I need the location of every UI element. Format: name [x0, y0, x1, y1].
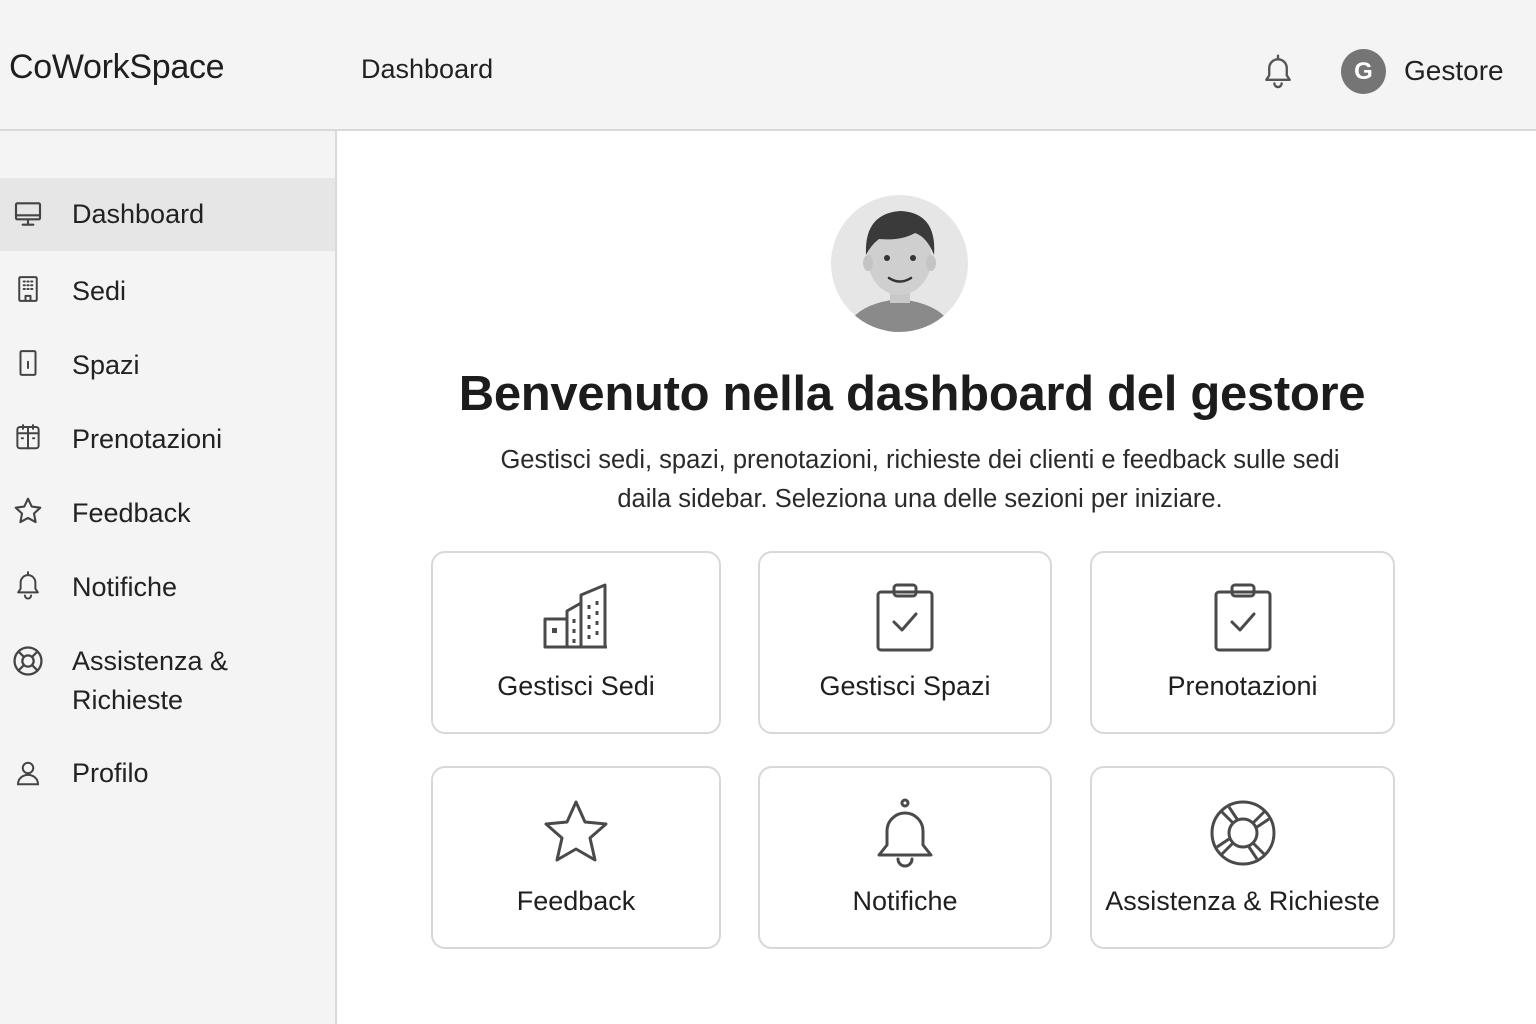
- sidebar-item-label: Prenotazioni: [72, 424, 223, 454]
- bell-icon: [1265, 54, 1291, 89]
- lifebuoy-icon: [1092, 796, 1393, 870]
- user-avatar-icon: [849, 211, 950, 332]
- notifications-button[interactable]: [1257, 50, 1299, 92]
- sidebar-item-label-line2: Richieste: [72, 685, 184, 715]
- clipboard-check-icon: [1092, 581, 1393, 655]
- card-label: Gestisci Spazi: [819, 671, 991, 701]
- card-label: Assistenza & Richieste: [1105, 886, 1380, 916]
- card-gestisci-sedi[interactable]: Gestisci Sedi: [431, 551, 721, 734]
- card-assistenza-richieste[interactable]: Assistenza & Richieste: [1090, 766, 1395, 949]
- card-feedback[interactable]: Feedback: [431, 766, 721, 949]
- bell-icon: [760, 796, 1050, 870]
- card-notifiche[interactable]: Notifiche: [758, 766, 1052, 949]
- star-icon: [10, 493, 46, 529]
- welcome-title: Benvenuto nella dashboard del gestore: [458, 367, 1366, 421]
- star-icon: [433, 796, 719, 870]
- sidebar-item-label: Profilo: [72, 758, 149, 788]
- sidebar-item-assistenza[interactable]: Assistenza & Richieste: [0, 621, 335, 731]
- sidebar: Dashboard Sedi Spazi Prenotazioni Feedba…: [0, 131, 337, 1024]
- calendar-icon: [10, 419, 46, 455]
- page-title: Dashboard: [361, 54, 494, 84]
- card-prenotazioni[interactable]: Prenotazioni: [1090, 551, 1395, 734]
- building-icon: [433, 581, 719, 655]
- sidebar-item-sedi[interactable]: Sedi: [0, 251, 335, 325]
- lifebuoy-icon: [10, 643, 46, 679]
- card-label: Gestisci Sedi: [497, 671, 655, 701]
- sidebar-item-label: Dashboard: [72, 199, 205, 229]
- monitor-icon: [10, 196, 46, 232]
- sidebar-item-dashboard[interactable]: Dashboard: [0, 178, 335, 251]
- user-name[interactable]: Gestore: [1404, 55, 1504, 87]
- user-icon: [10, 755, 46, 791]
- sidebar-item-notifiche[interactable]: Notifiche: [0, 547, 335, 621]
- card-label: Notifiche: [852, 886, 958, 916]
- bell-icon: [10, 567, 46, 603]
- card-label: Prenotazioni: [1167, 671, 1318, 701]
- welcome-subtitle: Gestisci sedi, spazi, prenotazioni, rich…: [455, 441, 1385, 519]
- sidebar-item-spazi[interactable]: Spazi: [0, 325, 335, 399]
- sidebar-item-label: Feedback: [72, 498, 191, 528]
- subtitle-line-2: daila sidebar. Seleziona una delle sezio…: [617, 485, 1223, 513]
- building-icon: [10, 271, 46, 307]
- sidebar-item-profilo[interactable]: Profilo: [0, 731, 335, 817]
- user-avatar[interactable]: G: [1341, 49, 1386, 94]
- card-label: Feedback: [516, 886, 636, 916]
- sidebar-item-label: Sedi: [72, 276, 127, 306]
- profile-avatar: [831, 195, 968, 332]
- clipboard-check-icon: [760, 581, 1050, 655]
- door-icon: [10, 345, 46, 381]
- card-gestisci-spazi[interactable]: Gestisci Spazi: [758, 551, 1052, 734]
- sidebar-item-feedback[interactable]: Feedback: [0, 473, 335, 547]
- sidebar-item-label: Assistenza &: [72, 646, 229, 676]
- sidebar-item-label: Notifiche: [72, 572, 178, 602]
- sidebar-item-prenotazioni[interactable]: Prenotazioni: [0, 399, 335, 473]
- sidebar-item-label: Spazi: [72, 350, 140, 380]
- app-brand[interactable]: CoWorkSpace: [9, 48, 225, 87]
- top-bar: CoWorkSpace Dashboard G Gestore: [0, 0, 1536, 131]
- subtitle-line-1: Gestisci sedi, spazi, prenotazioni, rich…: [500, 446, 1340, 474]
